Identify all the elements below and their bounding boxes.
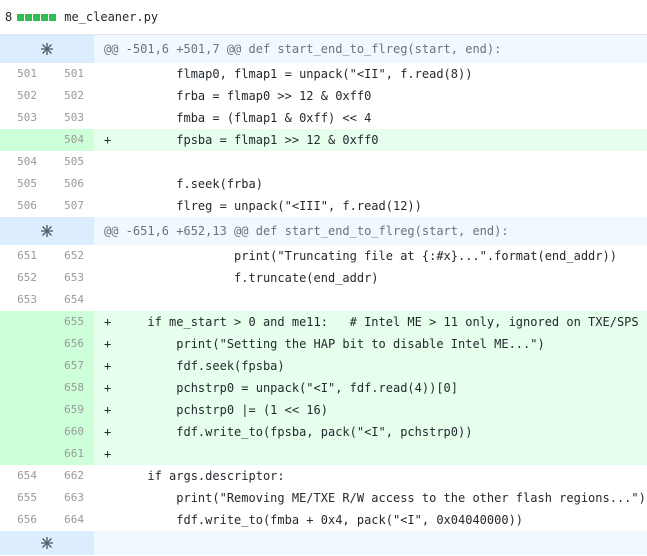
hunk-header: @@ -501,6 +501,7 @@ def start_end_to_flr… bbox=[0, 35, 647, 63]
new-line-number[interactable]: 654 bbox=[47, 289, 94, 311]
old-line-number[interactable]: 505 bbox=[0, 173, 47, 195]
old-line-number[interactable] bbox=[0, 129, 47, 151]
old-line-number[interactable]: 501 bbox=[0, 63, 47, 85]
code-line: print("Truncating file at {:#x}...".form… bbox=[104, 249, 617, 263]
added-line: 660 + fdf.write_to(fpsba, pack("<I", pchs… bbox=[0, 421, 647, 443]
old-line-number[interactable]: 504 bbox=[0, 151, 47, 173]
old-line-number[interactable]: 506 bbox=[0, 195, 47, 217]
context-line: 502 502 frba = flmap0 >> 12 & 0xff0 bbox=[0, 85, 647, 107]
old-line-number[interactable]: 655 bbox=[0, 487, 47, 509]
diffstat-block bbox=[17, 13, 25, 21]
old-line-number[interactable] bbox=[0, 377, 47, 399]
code-line: flmap0, flmap1 = unpack("<II", f.read(8)… bbox=[104, 67, 473, 81]
new-line-number[interactable]: 662 bbox=[47, 465, 94, 487]
old-line-number[interactable]: 656 bbox=[0, 509, 47, 531]
added-line: 659 + pchstrp0 |= (1 << 16) bbox=[0, 399, 647, 421]
expand-icon[interactable] bbox=[0, 531, 94, 555]
old-line-number[interactable]: 503 bbox=[0, 107, 47, 129]
code-line: + fdf.write_to(fpsba, pack("<I", pchstrp… bbox=[94, 421, 647, 443]
context-line: 656 664 fdf.write_to(fmba + 0x4, pack("<I… bbox=[0, 509, 647, 531]
old-line-number[interactable] bbox=[0, 311, 47, 333]
hunk-expander bbox=[0, 531, 647, 555]
code-line: + pchstrp0 = unpack("<I", fdf.read(4))[0… bbox=[94, 377, 647, 399]
diffstat-block bbox=[41, 13, 49, 21]
code-line: + bbox=[94, 443, 647, 465]
new-line-number[interactable]: 507 bbox=[47, 195, 94, 217]
hunk-header: @@ -651,6 +652,13 @@ def start_end_to_fl… bbox=[0, 217, 647, 245]
context-line: 504 505 bbox=[0, 151, 647, 173]
old-line-number[interactable]: 652 bbox=[0, 267, 47, 289]
code-line: fmba = (flmap1 & 0xff) << 4 bbox=[104, 111, 372, 125]
new-line-number[interactable]: 659 bbox=[47, 399, 94, 421]
old-line-number[interactable]: 502 bbox=[0, 85, 47, 107]
context-line: 506 507 flreg = unpack("<III", f.read(12)… bbox=[0, 195, 647, 217]
diff-table: @@ -501,6 +501,7 @@ def start_end_to_flr… bbox=[0, 35, 647, 555]
context-line: 503 503 fmba = (flmap1 & 0xff) << 4 bbox=[0, 107, 647, 129]
hunk-header-text: @@ -651,6 +652,13 @@ def start_end_to_fl… bbox=[94, 217, 647, 245]
old-line-number[interactable] bbox=[0, 355, 47, 377]
change-count: 8 bbox=[5, 10, 13, 24]
old-line-number[interactable]: 653 bbox=[0, 289, 47, 311]
new-line-number[interactable]: 660 bbox=[47, 421, 94, 443]
code-line: + fpsba = flmap1 >> 12 & 0xff0 bbox=[94, 129, 647, 151]
context-line: 651 652 print("Truncating file at {:#x}..… bbox=[0, 245, 647, 267]
added-line: 658 + pchstrp0 = unpack("<I", fdf.read(4)… bbox=[0, 377, 647, 399]
new-line-number[interactable]: 506 bbox=[47, 173, 94, 195]
context-line: 653 654 bbox=[0, 289, 647, 311]
code-line: if args.descriptor: bbox=[104, 469, 285, 483]
code-line: fdf.write_to(fmba + 0x4, pack("<I", 0x04… bbox=[104, 513, 524, 527]
added-line: 661 + bbox=[0, 443, 647, 465]
expand-icon[interactable] bbox=[0, 35, 94, 63]
file-name[interactable]: me_cleaner.py bbox=[64, 10, 158, 24]
code-line: + print("Setting the HAP bit to disable … bbox=[94, 333, 647, 355]
context-line: 652 653 f.truncate(end_addr) bbox=[0, 267, 647, 289]
new-line-number[interactable]: 501 bbox=[47, 63, 94, 85]
code-line: frba = flmap0 >> 12 & 0xff0 bbox=[104, 89, 372, 103]
new-line-number[interactable]: 653 bbox=[47, 267, 94, 289]
code-line: print("Removing ME/TXE R/W access to the… bbox=[104, 491, 646, 505]
hunk-expander-fill bbox=[94, 531, 647, 555]
diffstat-block bbox=[49, 13, 57, 21]
diffstat-blocks bbox=[17, 13, 57, 21]
old-line-number[interactable] bbox=[0, 421, 47, 443]
new-line-number[interactable]: 658 bbox=[47, 377, 94, 399]
old-line-number[interactable] bbox=[0, 443, 47, 465]
new-line-number[interactable]: 661 bbox=[47, 443, 94, 465]
added-line: 655 + if me_start > 0 and me11: # Intel M… bbox=[0, 311, 647, 333]
added-line: 504 + fpsba = flmap1 >> 12 & 0xff0 bbox=[0, 129, 647, 151]
new-line-number[interactable]: 502 bbox=[47, 85, 94, 107]
new-line-number[interactable]: 655 bbox=[47, 311, 94, 333]
code-line: + fdf.seek(fpsba) bbox=[94, 355, 647, 377]
diffstat-block bbox=[25, 13, 33, 21]
new-line-number[interactable]: 503 bbox=[47, 107, 94, 129]
code-line: f.seek(frba) bbox=[104, 177, 263, 191]
file-header: 8 me_cleaner.py bbox=[0, 0, 647, 35]
new-line-number[interactable]: 657 bbox=[47, 355, 94, 377]
added-line: 657 + fdf.seek(fpsba) bbox=[0, 355, 647, 377]
new-line-number[interactable]: 656 bbox=[47, 333, 94, 355]
hunk-header-text: @@ -501,6 +501,7 @@ def start_end_to_flr… bbox=[94, 35, 647, 63]
new-line-number[interactable]: 664 bbox=[47, 509, 94, 531]
context-line: 654 662 if args.descriptor: bbox=[0, 465, 647, 487]
new-line-number[interactable]: 505 bbox=[47, 151, 94, 173]
context-line: 655 663 print("Removing ME/TXE R/W access… bbox=[0, 487, 647, 509]
new-line-number[interactable]: 504 bbox=[47, 129, 94, 151]
new-line-number[interactable]: 663 bbox=[47, 487, 94, 509]
code-line: flreg = unpack("<III", f.read(12)) bbox=[104, 199, 422, 213]
context-line: 505 506 f.seek(frba) bbox=[0, 173, 647, 195]
added-line: 656 + print("Setting the HAP bit to disab… bbox=[0, 333, 647, 355]
old-line-number[interactable]: 651 bbox=[0, 245, 47, 267]
old-line-number[interactable] bbox=[0, 399, 47, 421]
new-line-number[interactable]: 652 bbox=[47, 245, 94, 267]
expand-icon[interactable] bbox=[0, 217, 94, 245]
context-line: 501 501 flmap0, flmap1 = unpack("<II", f.… bbox=[0, 63, 647, 85]
code-line: f.truncate(end_addr) bbox=[104, 271, 379, 285]
code-line: + pchstrp0 |= (1 << 16) bbox=[94, 399, 647, 421]
diffstat-block bbox=[33, 13, 41, 21]
code-line: + if me_start > 0 and me11: # Intel ME >… bbox=[94, 311, 647, 333]
old-line-number[interactable]: 654 bbox=[0, 465, 47, 487]
old-line-number[interactable] bbox=[0, 333, 47, 355]
